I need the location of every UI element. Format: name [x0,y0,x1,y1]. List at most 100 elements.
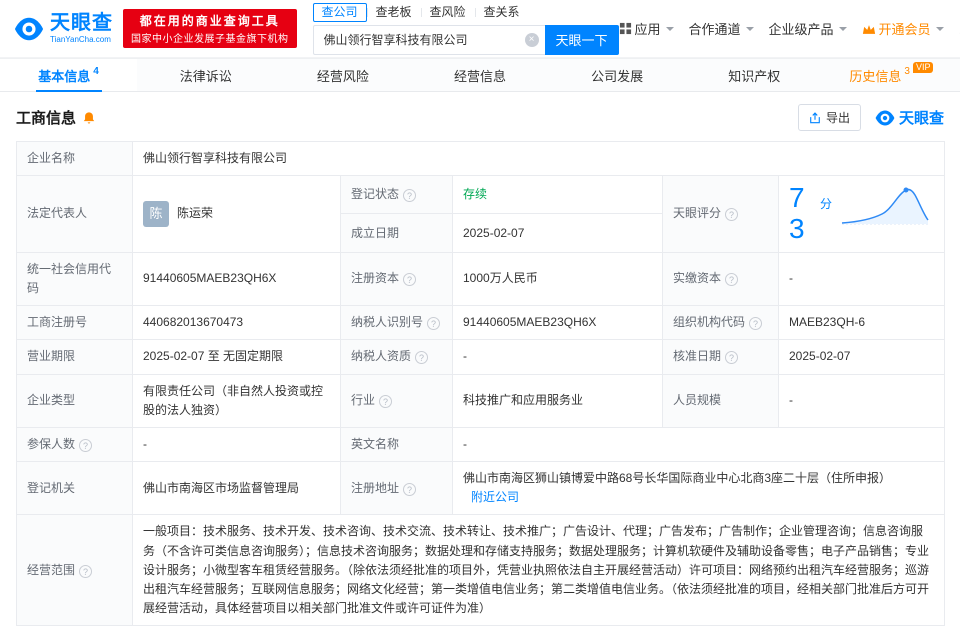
promo-line-2: 国家中小企业发展子基金旗下机构 [131,30,289,45]
industry-value: 科技推广和应用服务业 [453,374,663,427]
nearby-companies-link[interactable]: 附近公司 [471,490,519,504]
company-tabbar: 基本信息 4 法律诉讼 经营风险 经营信息 公司发展 知识产权 历史信息 3 V… [0,58,960,92]
info-icon[interactable]: ? [403,483,416,496]
tianyancha-company-page: 天眼查 TianYanCha.com 都在用的商业查询工具 国家中小企业发展子基… [0,0,960,626]
tab-operating-info-label: 经营信息 [454,66,506,85]
info-icon[interactable]: ? [415,351,428,364]
reg-capital-label: 注册资本? [341,252,453,305]
info-icon[interactable]: ? [403,189,416,202]
reg-authority-label: 登记机关 [17,462,133,515]
apps-grid-icon [619,22,632,35]
legal-rep-avatar[interactable]: 陈 [143,201,169,227]
nav-open-vip[interactable]: 开通会员 [862,19,944,38]
monitor-bell-icon[interactable] [82,111,96,125]
taxpayer-id-value: 91440605MAEB23QH6X [453,306,663,340]
info-icon[interactable]: ? [725,351,738,364]
nav-apps[interactable]: 应用 [619,19,674,38]
table-row: 营业期限 2025-02-07 至 无固定期限 纳税人资质? - 核准日期? 2… [17,340,945,374]
est-date-label: 成立日期 [341,214,453,252]
chevron-down-icon [839,27,847,31]
nav-cooperation[interactable]: 合作通道 [689,19,754,38]
export-button[interactable]: 导出 [798,104,861,131]
insured-count-label: 参保人数? [17,427,133,461]
approval-date-value: 2025-02-07 [779,340,945,374]
business-info-section: 工商信息 导出 [0,92,960,626]
nav-apps-label: 应用 [635,19,661,38]
export-label: 导出 [826,109,850,126]
tab-history[interactable]: 历史信息 3 VIP [823,59,960,91]
crown-icon [862,23,876,35]
table-row: 企业名称 佛山领行智享科技有限公司 [17,142,945,176]
search-tab-company[interactable]: 查公司 [313,3,367,22]
approval-date-label: 核准日期? [663,340,779,374]
business-term-label: 营业期限 [17,340,133,374]
tab-history-count: 3 [904,66,910,77]
legal-rep-label: 法定代表人 [17,176,133,253]
logo-text: 天眼查 TianYanCha.com [50,13,113,44]
status-badge: 存续 [463,187,487,201]
search-button[interactable]: 天眼一下 [545,25,619,55]
staff-size-label: 人员规模 [663,374,779,427]
reg-address-label: 注册地址? [341,462,453,515]
table-row: 参保人数? - 英文名称 - [17,427,945,461]
reg-status-value: 存续 [453,176,663,214]
staff-size-value: - [779,374,945,427]
reg-authority-value: 佛山市南海区市场监督管理局 [133,462,341,515]
tab-legal[interactable]: 法律诉讼 [137,59,274,91]
search-box: × 天眼一下 [313,25,619,55]
search-input[interactable] [322,32,525,48]
info-icon[interactable]: ? [379,395,392,408]
search-tabs: 查公司 查老板 查风险 查关系 [313,3,619,22]
credit-code-value: 91440605MAEB23QH6X [133,252,341,305]
search-tab-risk[interactable]: 查风险 [421,4,475,21]
search-tab-relation[interactable]: 查关系 [475,4,529,21]
tab-legal-label: 法律诉讼 [180,66,232,85]
company-type-value: 有限责任公司（非自然人投资或控股的法人独资） [133,374,341,427]
score-unit: 分 [820,195,832,214]
info-icon[interactable]: ? [725,273,738,286]
tab-basic-info-count: 4 [93,66,99,77]
tab-intellectual-property[interactable]: 知识产权 [686,59,823,91]
org-code-label: 组织机构代码? [663,306,779,340]
tab-operating-risk[interactable]: 经营风险 [274,59,411,91]
info-icon[interactable]: ? [749,317,762,330]
search-tab-boss[interactable]: 查老板 [367,4,421,21]
watermark-label: 天眼查 [899,107,944,128]
section-title: 工商信息 [16,107,76,128]
tab-operating-info[interactable]: 经营信息 [411,59,548,91]
tianyancha-logo[interactable]: 天眼查 TianYanCha.com [14,13,113,44]
table-row: 统一社会信用代码 91440605MAEB23QH6X 注册资本? 1000万人… [17,252,945,305]
legal-rep-name-link[interactable]: 陈运荣 [177,204,213,223]
credit-code-label: 统一社会信用代码 [17,252,133,305]
export-icon [809,112,821,124]
nav-enterprise[interactable]: 企业级产品 [769,19,847,38]
section-head: 工商信息 导出 [0,92,960,141]
business-scope-label: 经营范围? [17,515,133,626]
tianyancha-eye-icon [875,108,895,128]
table-row: 法定代表人 陈 陈运荣 登记状态? 存续 天眼评分? 73 分 [17,176,945,214]
tab-development[interactable]: 公司发展 [549,59,686,91]
chevron-down-icon [936,27,944,31]
info-icon[interactable]: ? [725,208,738,221]
tianyan-score-label: 天眼评分? [663,176,779,253]
paid-capital-label: 实缴资本? [663,252,779,305]
nav-cooperation-label: 合作通道 [689,19,741,38]
nav-open-vip-label: 开通会员 [879,19,931,38]
info-icon[interactable]: ? [427,317,440,330]
score-chart [838,183,934,229]
tianyancha-eye-icon [14,14,44,44]
header-nav: 应用 合作通道 企业级产品 开通会员 [619,19,960,38]
tab-basic-info[interactable]: 基本信息 4 [0,59,137,91]
info-icon[interactable]: ? [79,565,92,578]
tab-ip-label: 知识产权 [728,66,780,85]
tianyan-score-value[interactable]: 73 分 [779,176,945,253]
paid-capital-value: - [779,252,945,305]
info-icon[interactable]: ? [79,439,92,452]
info-icon[interactable]: ? [403,273,416,286]
search-input-wrap: × [313,25,545,55]
clear-icon[interactable]: × [525,33,539,47]
vip-badge: VIP [913,62,934,73]
industry-label: 行业? [341,374,453,427]
business-scope-value: 一般项目：技术服务、技术开发、技术咨询、技术交流、技术转让、技术推广；广告设计、… [133,515,945,626]
english-name-value: - [453,427,945,461]
